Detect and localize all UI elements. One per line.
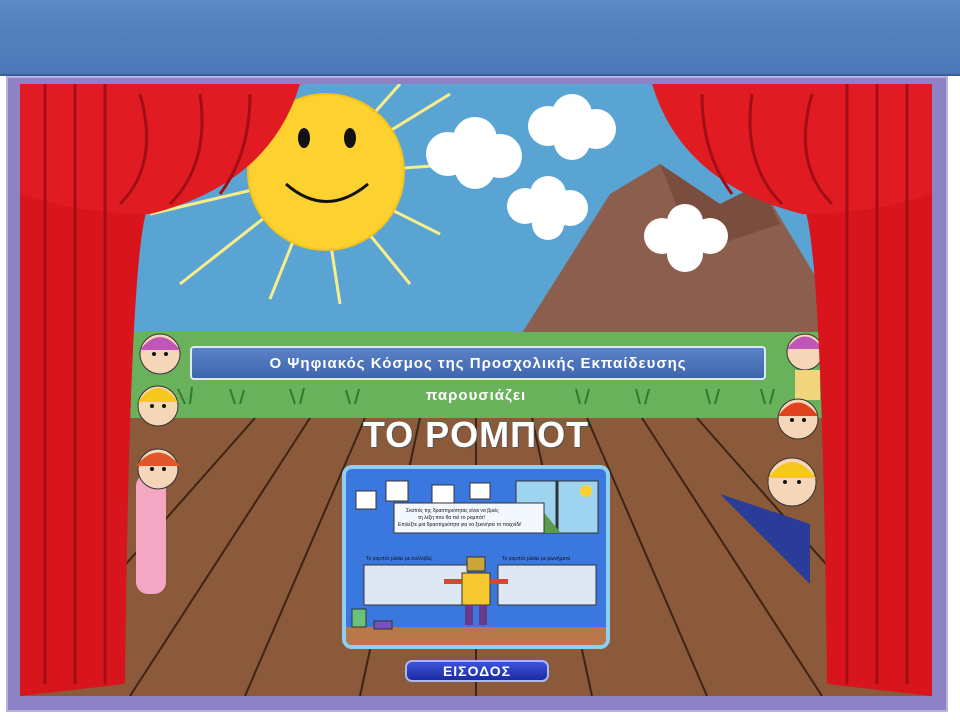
presents-text: παρουσιάζει — [425, 387, 527, 404]
preview-instruction-3: Επιλέξτε μια δραστηριότητα για να ξεκινή… — [398, 522, 522, 528]
preview-instruction-1: Σκοπός της δραστηριότητας είναι να βρείς — [406, 508, 499, 514]
child-left-1 — [139, 333, 181, 375]
title-banner: Ο Ψηφιακός Κόσμος της Προσχολικής Εκπαίδ… — [190, 346, 766, 380]
stage: Ο Ψηφιακός Κόσμος της Προσχολικής Εκπαίδ… — [20, 84, 932, 696]
preview-instruction-2: τη λέξη που θα πεί το ρομπότ! — [418, 515, 485, 521]
activity-preview: Σκοπός της δραστηριότητας είναι να βρείς… — [342, 465, 610, 649]
preview-option-phonemes: Το ρομπότ μιλάει με φωνήματα — [502, 556, 571, 562]
page-title: ΤΟ ΡΟΜΠΟΤ — [362, 414, 590, 455]
top-bar — [0, 0, 960, 76]
preview-option-syllables: Το ρομπότ μιλάει με συλλαβές — [366, 556, 433, 562]
enter-button[interactable]: ΕΙΣΟΔΟΣ — [405, 660, 549, 682]
